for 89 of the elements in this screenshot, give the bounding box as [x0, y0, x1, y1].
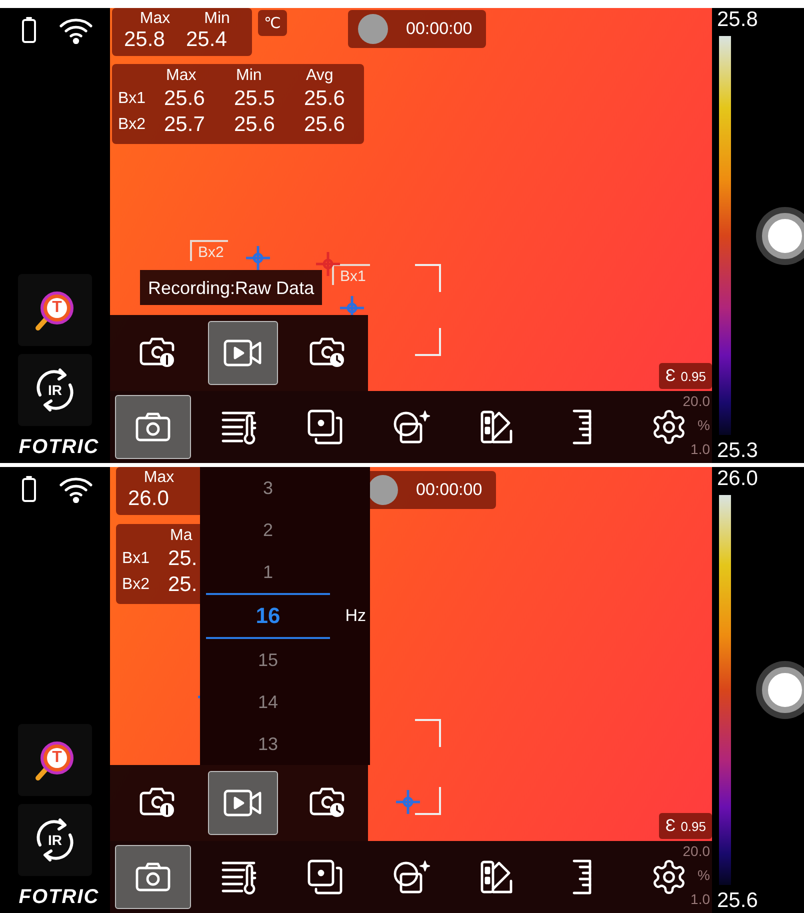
crosshair-icon	[395, 789, 421, 815]
table-cell-text: 25.6	[163, 87, 206, 111]
table-cell-text: 25.	[167, 547, 198, 571]
environment-value: 20.0	[682, 393, 710, 409]
scale-min: 25.3	[717, 439, 759, 463]
box-corner	[415, 719, 441, 747]
color-swatch-icon	[479, 409, 515, 445]
box-label: Bx1	[332, 264, 370, 285]
box-label: Bx2	[190, 240, 228, 261]
wifi-icon	[59, 475, 93, 503]
capture-mode-button[interactable]	[208, 771, 278, 835]
table-cell-text: 25.5	[233, 87, 276, 111]
camera-number-icon	[138, 786, 177, 820]
column-header: Min	[235, 67, 263, 85]
battery-icon	[21, 475, 37, 503]
column-header: Avg	[305, 67, 334, 85]
row-label: Bx1	[118, 90, 147, 108]
crosshair-icon	[245, 245, 271, 271]
column-header: Ma	[169, 527, 194, 545]
table-cell-text: 25.6	[303, 113, 346, 137]
environment-value: 1.0	[690, 891, 710, 907]
capture-mode-button[interactable]	[208, 321, 278, 385]
box-corner	[415, 264, 441, 292]
record-dot-icon	[358, 14, 388, 44]
column-header: Max	[165, 67, 198, 85]
layered-squares-icon	[307, 859, 343, 895]
recording-toast: Recording:Raw Data	[140, 270, 322, 305]
picker-unit: Hz	[345, 606, 366, 626]
video-camera-icon	[222, 338, 263, 368]
ir-switch-button[interactable]: IR	[18, 354, 92, 426]
emissivity-badge: Ɛ 0.95	[659, 363, 712, 389]
stat-value: 25.8	[124, 28, 166, 52]
environment-value: %	[698, 867, 710, 883]
color-swatch-icon	[479, 859, 515, 895]
battery-icon	[21, 16, 37, 44]
wifi-icon	[59, 16, 93, 44]
picker-option[interactable]: 2	[206, 509, 330, 551]
camera-number-icon	[138, 336, 177, 370]
stat-label: Max	[138, 10, 172, 28]
picker-option[interactable]: 15	[206, 639, 330, 681]
thermometer-list-icon	[220, 409, 258, 445]
toolbar-button[interactable]	[115, 845, 191, 909]
frame-rate-picker[interactable]: 3 2 1 16 Hz 15 14 13	[200, 467, 370, 765]
stat-value: 26.0	[128, 487, 170, 511]
brand-logo: FOTRIC	[18, 885, 100, 910]
stat-label: Min	[203, 10, 231, 28]
row-label: Bx1	[122, 550, 151, 568]
stat-value: 25.4	[186, 28, 228, 52]
brand-logo: FOTRIC	[18, 435, 100, 460]
picker-option[interactable]: 14	[206, 681, 330, 723]
magnifier-glyph: T	[52, 749, 62, 767]
scale-max: 26.0	[717, 467, 759, 491]
crosshair-icon	[315, 251, 341, 277]
picker-option[interactable]: 13	[206, 723, 330, 765]
video-camera-icon	[222, 788, 263, 818]
camera-icon	[135, 412, 171, 442]
record-dot-icon	[368, 475, 398, 505]
table-cell-text: 25.6	[233, 113, 276, 137]
scale-min: 25.6	[717, 889, 759, 913]
row-label: Bx2	[122, 576, 151, 594]
ir-switch-button[interactable]: IR	[18, 804, 92, 876]
emissivity-badge: Ɛ 0.95	[659, 813, 712, 839]
environment-value: %	[698, 417, 710, 433]
table-cell-text: 25.7	[163, 113, 206, 137]
table-cell-text: 25.6	[303, 87, 346, 111]
magnifier-glyph: T	[52, 299, 62, 317]
table-cell-text: 25.	[167, 573, 198, 597]
camera-icon	[135, 862, 171, 892]
environment-value: 1.0	[690, 441, 710, 457]
ir-glyph: IR	[48, 832, 62, 848]
box-corner	[415, 328, 441, 356]
record-time: 00:00:00	[416, 480, 482, 500]
stat-label: Max	[142, 469, 176, 487]
ir-glyph: IR	[48, 382, 62, 398]
picker-option[interactable]: 1	[206, 551, 330, 593]
shapes-sparkle-icon	[392, 409, 430, 445]
unit-badge: ℃	[258, 10, 287, 36]
environment-value: 20.0	[682, 843, 710, 859]
thermal-search-button[interactable]: T	[18, 274, 92, 346]
row-label: Bx2	[118, 116, 147, 134]
record-time: 00:00:00	[406, 19, 472, 39]
thermometer-list-icon	[220, 859, 258, 895]
scale-max: 25.8	[717, 8, 759, 32]
toolbar-button[interactable]	[115, 395, 191, 459]
box-corner	[415, 787, 441, 815]
thermal-search-button[interactable]: T	[18, 724, 92, 796]
shapes-sparkle-icon	[392, 859, 430, 895]
layered-squares-icon	[307, 409, 343, 445]
picker-option[interactable]: 3	[206, 467, 330, 509]
